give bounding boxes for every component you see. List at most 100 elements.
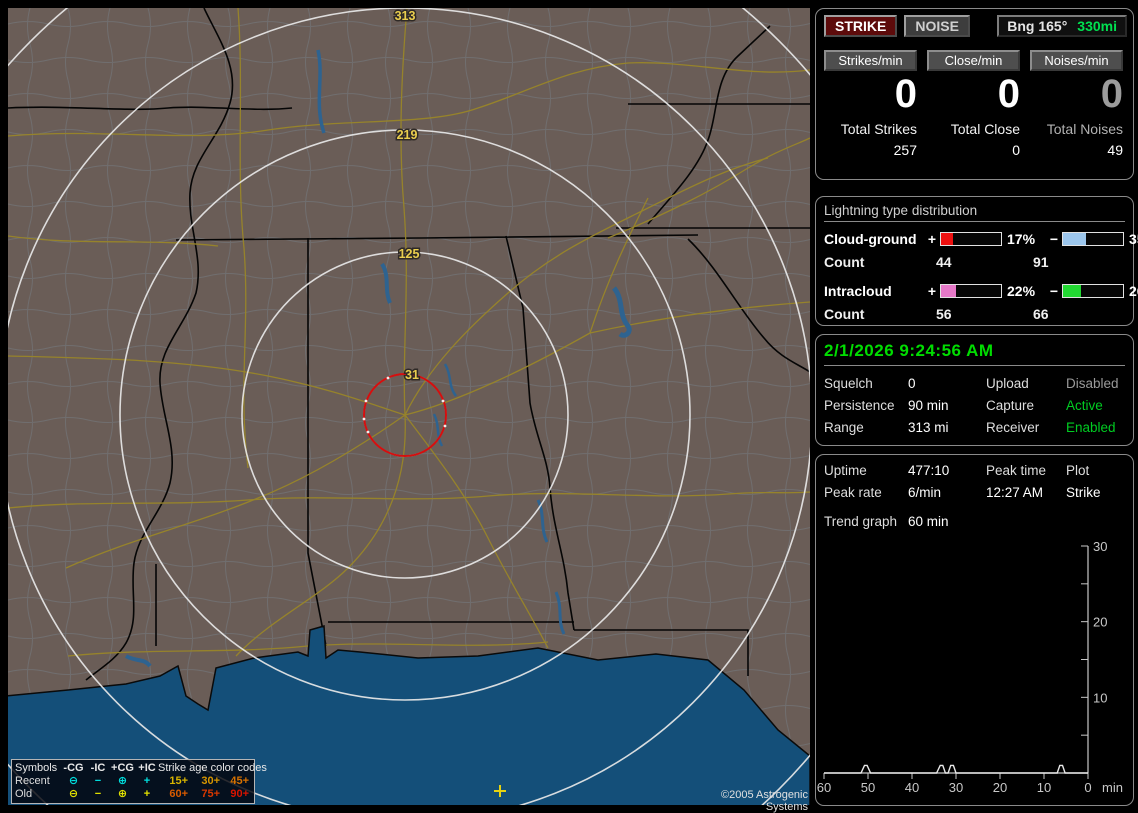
- strikes-rate: 0: [894, 72, 917, 116]
- minus-sign: −: [1049, 283, 1059, 299]
- distribution-panel: Lightning type distribution Cloud-ground…: [815, 196, 1138, 326]
- cg-count-row: Count 44 91: [816, 254, 1133, 270]
- upload-label: Upload: [986, 376, 1029, 391]
- legend-col-nic: -IC: [90, 762, 106, 774]
- age-90: 90+: [230, 788, 249, 800]
- legend-col-pic: +IC: [138, 762, 156, 774]
- ic-negative-pct: 26%: [1129, 283, 1138, 299]
- peak-rate-label: Peak rate: [824, 485, 882, 500]
- svg-text:10: 10: [1093, 690, 1107, 705]
- total-noises-value: 49: [1107, 142, 1123, 158]
- noise-button[interactable]: NOISE: [904, 15, 970, 37]
- peak-rate-value: 6/min: [908, 485, 942, 500]
- total-strikes-value: 257: [893, 142, 917, 158]
- strikes-column: Strikes/min 0 Total Strikes 257: [824, 50, 917, 158]
- ring-label-219: 219: [397, 128, 418, 142]
- svg-text:20: 20: [993, 780, 1007, 795]
- age-15: 15+: [169, 775, 188, 787]
- svg-text:min: min: [1102, 780, 1123, 795]
- capture-status: Active: [1066, 398, 1103, 413]
- legend-symbols-header: Symbols: [15, 762, 58, 774]
- age-75: 75+: [201, 788, 220, 800]
- pos-cg-old-icon: ⊕: [117, 788, 128, 800]
- svg-text:40: 40: [905, 780, 919, 795]
- ic-positive-bar: [940, 284, 1002, 298]
- squelch-value: 0: [908, 376, 916, 391]
- peak-time-value: 12:27 AM: [986, 485, 1044, 500]
- datetime-display: 2/1/2026 9:24:56 AM: [824, 341, 1125, 366]
- plus-sign: +: [927, 231, 937, 247]
- plot-mode-value: Strike: [1066, 485, 1101, 500]
- neg-ic-old-icon: −: [94, 788, 102, 800]
- plus-sign: +: [927, 283, 937, 299]
- total-close-label: Total Close: [950, 121, 1020, 137]
- cloud-ground-row: Cloud-ground + 17% − 35%: [816, 231, 1138, 247]
- neg-cg-old-icon: ⊖: [68, 788, 79, 800]
- close-column: Close/min 0 Total Close 0: [927, 50, 1020, 158]
- upload-status: Disabled: [1066, 376, 1119, 391]
- noises-per-min-button[interactable]: Noises/min: [1030, 50, 1123, 71]
- capture-label: Capture: [986, 398, 1035, 413]
- squelch-label: Squelch: [824, 376, 873, 391]
- cg-positive-pct: 17%: [1007, 231, 1036, 247]
- age-60: 60+: [169, 788, 188, 800]
- ic-count-label: Count: [824, 306, 865, 322]
- persistence-value: 90 min: [908, 398, 949, 413]
- svg-text:60: 60: [817, 780, 831, 795]
- cloud-ground-label: Cloud-ground: [824, 231, 917, 247]
- close-per-min-button[interactable]: Close/min: [927, 50, 1020, 71]
- legend-old-label: Old: [15, 788, 33, 800]
- app-window: { "app": { "copyright": "©2005 Astrogeni…: [0, 0, 1138, 813]
- neg-ic-recent-icon: −: [94, 775, 102, 787]
- cg-negative-count: 91: [1033, 254, 1049, 270]
- legend-col-ncg: -CG: [63, 762, 84, 774]
- ic-positive-pct: 22%: [1007, 283, 1036, 299]
- trend-graph-label: Trend graph: [824, 514, 898, 529]
- svg-text:30: 30: [949, 780, 963, 795]
- cg-positive-count: 44: [936, 254, 952, 270]
- legend-age-header: Strike age color codes: [158, 762, 267, 774]
- total-close-value: 0: [1012, 142, 1020, 158]
- copyright-text: ©2005 Astrogenic Systems: [721, 789, 808, 813]
- cg-positive-bar: [940, 232, 1002, 246]
- strikes-per-min-button[interactable]: Strikes/min: [824, 50, 917, 71]
- bearing-range: 330mi: [1077, 18, 1117, 34]
- uptime-label: Uptime: [824, 463, 867, 478]
- ic-count-row: Count 56 66: [816, 306, 1133, 322]
- counter-panel: STRIKE NOISE Bng 165° 330mi Strikes/min 0…: [815, 8, 1134, 180]
- trend-window-value: 60 min: [908, 514, 949, 529]
- map-area: 313 219 125 31 Symbols -CG -IC +CG +IC S…: [8, 8, 810, 813]
- receiver-label: Receiver: [986, 420, 1040, 435]
- peak-time-label: Peak time: [986, 463, 1047, 478]
- strike-button[interactable]: STRIKE: [824, 15, 898, 37]
- ic-negative-count: 66: [1033, 306, 1049, 322]
- total-strikes-label: Total Strikes: [840, 121, 917, 137]
- ring-label-125: 125: [399, 247, 420, 261]
- pos-ic-old-icon: +: [143, 788, 151, 800]
- map-legend: Symbols -CG -IC +CG +IC Strike age color…: [11, 759, 267, 804]
- ring-label-31: 31: [405, 368, 419, 382]
- uptime-value: 477:10: [908, 463, 950, 478]
- close-rate: 0: [997, 72, 1020, 116]
- receiver-status: Enabled: [1066, 420, 1116, 435]
- age-45: 45+: [230, 775, 249, 787]
- svg-text:50: 50: [861, 780, 875, 795]
- svg-text:20: 20: [1093, 615, 1107, 630]
- bearing-badge[interactable]: Bng 165° 330mi: [997, 15, 1127, 37]
- svg-text:10: 10: [1037, 780, 1051, 795]
- ic-positive-count: 56: [936, 306, 952, 322]
- pos-cg-recent-icon: ⊕: [117, 775, 128, 787]
- legend-recent-label: Recent: [15, 775, 50, 787]
- neg-cg-recent-icon: ⊖: [68, 775, 79, 787]
- intracloud-label: Intracloud: [824, 283, 892, 299]
- ring-label-313: 313: [395, 9, 416, 23]
- minus-sign: −: [1049, 231, 1059, 247]
- svg-text:30: 30: [1093, 539, 1107, 554]
- noises-column: Noises/min 0 Total Noises 49: [1030, 50, 1123, 158]
- ic-negative-bar: [1062, 284, 1124, 298]
- cg-negative-pct: 35%: [1129, 231, 1138, 247]
- noises-rate: 0: [1100, 72, 1123, 116]
- distribution-title: Lightning type distribution: [824, 203, 1125, 222]
- plot-label: Plot: [1066, 463, 1090, 478]
- map-canvas[interactable]: 313 219 125 31: [8, 8, 810, 805]
